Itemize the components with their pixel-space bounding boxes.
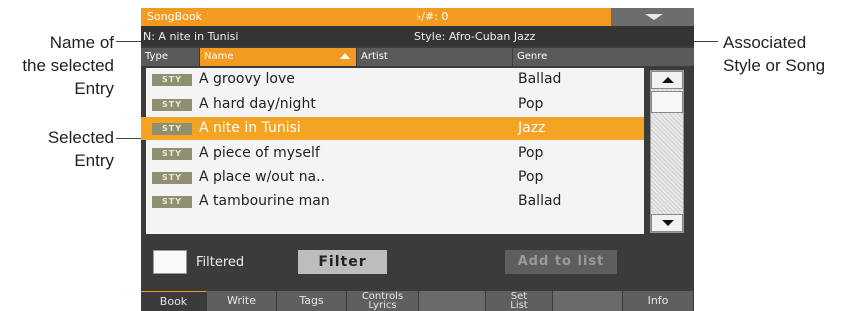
list-item[interactable]: STY A groovy love Ballad xyxy=(146,68,644,91)
column-header-name-label: Name xyxy=(204,51,234,62)
column-header-genre[interactable]: Genre xyxy=(513,48,694,66)
associated-style: Style: Afro-Cuban Jazz xyxy=(414,30,536,43)
tab-empty-1[interactable] xyxy=(419,291,486,311)
tab-bar: Book Write Tags Controls Lyrics Set List… xyxy=(141,291,694,311)
page-title: SongBook xyxy=(147,10,203,23)
scroll-down-button[interactable] xyxy=(651,214,683,232)
entry-list: STY A groovy love Ballad STY A hard day/… xyxy=(141,68,644,234)
callout-selected-leader xyxy=(116,138,143,139)
style-type-badge: STY xyxy=(152,123,192,135)
callout-selected-entry: Selected Entry xyxy=(47,128,114,170)
transpose-readout: ♭/#: 0 xyxy=(416,10,449,23)
tab-tags[interactable]: Tags xyxy=(277,291,347,311)
entry-genre: Pop xyxy=(518,145,544,161)
tab-info[interactable]: Info xyxy=(623,291,694,311)
entry-name: A groovy love xyxy=(199,71,295,87)
arrow-up-icon xyxy=(662,77,674,83)
title-bar: SongBook ♭/#: 0 xyxy=(141,8,694,26)
style-type-badge: STY xyxy=(152,148,192,160)
filtered-label: Filtered xyxy=(196,255,245,270)
entry-genre: Pop xyxy=(518,169,544,185)
filter-button[interactable]: Filter xyxy=(298,250,387,274)
entry-name: A piece of myself xyxy=(199,145,320,161)
list-scrollbar[interactable] xyxy=(650,70,684,233)
list-item[interactable]: STY A place w/out na.. Pop xyxy=(146,166,644,189)
list-item-selected[interactable]: STY A nite in Tunisi Jazz xyxy=(141,117,644,140)
entry-genre: Ballad xyxy=(518,193,562,209)
info-bar: N: A nite in Tunisi Style: Afro-Cuban Ja… xyxy=(141,26,694,46)
entry-genre: Ballad xyxy=(518,71,562,87)
style-type-badge: STY xyxy=(152,172,192,184)
list-item[interactable]: STY A hard day/night Pop xyxy=(146,93,644,116)
page-menu-button[interactable] xyxy=(611,8,694,26)
tab-set-list[interactable]: Set List xyxy=(486,291,553,311)
style-type-badge: STY xyxy=(152,99,192,111)
entry-name: A tambourine man xyxy=(199,193,330,209)
arrow-down-icon xyxy=(662,220,674,226)
entry-name: A hard day/night xyxy=(199,96,316,112)
column-header-type[interactable]: Type xyxy=(141,48,199,66)
list-item[interactable]: STY A piece of myself Pop xyxy=(146,142,644,165)
add-to-list-button[interactable]: Add to list xyxy=(505,250,617,274)
filtered-checkbox[interactable] xyxy=(153,250,187,274)
tab-book[interactable]: Book xyxy=(141,291,207,311)
style-type-badge: STY xyxy=(152,74,192,86)
callout-name-leader xyxy=(116,41,143,42)
list-item[interactable]: STY A tambourine man Ballad xyxy=(146,190,644,213)
tab-controls-lyrics[interactable]: Controls Lyrics xyxy=(347,291,419,311)
entry-name: A place w/out na.. xyxy=(199,169,326,185)
callout-name-of-entry: Name of the selected Entry xyxy=(22,33,114,98)
tab-empty-2[interactable] xyxy=(553,291,623,311)
songbook-screen: SongBook ♭/#: 0 N: A nite in Tunisi Styl… xyxy=(141,8,694,311)
scroll-thumb[interactable] xyxy=(651,91,683,113)
scroll-up-button[interactable] xyxy=(651,71,683,89)
style-type-badge: STY xyxy=(152,196,192,208)
selected-entry-name: N: A nite in Tunisi xyxy=(143,30,239,43)
callout-associated-style: Associated Style or Song xyxy=(723,33,826,75)
entry-name: A nite in Tunisi xyxy=(199,120,301,136)
column-header-name[interactable]: Name xyxy=(200,48,356,66)
column-header-artist[interactable]: Artist xyxy=(357,48,512,66)
tab-write[interactable]: Write xyxy=(207,291,277,311)
entry-genre: Pop xyxy=(518,96,544,112)
sort-ascending-icon xyxy=(340,53,350,59)
entry-genre: Jazz xyxy=(518,120,546,136)
chevron-down-icon xyxy=(645,14,663,20)
